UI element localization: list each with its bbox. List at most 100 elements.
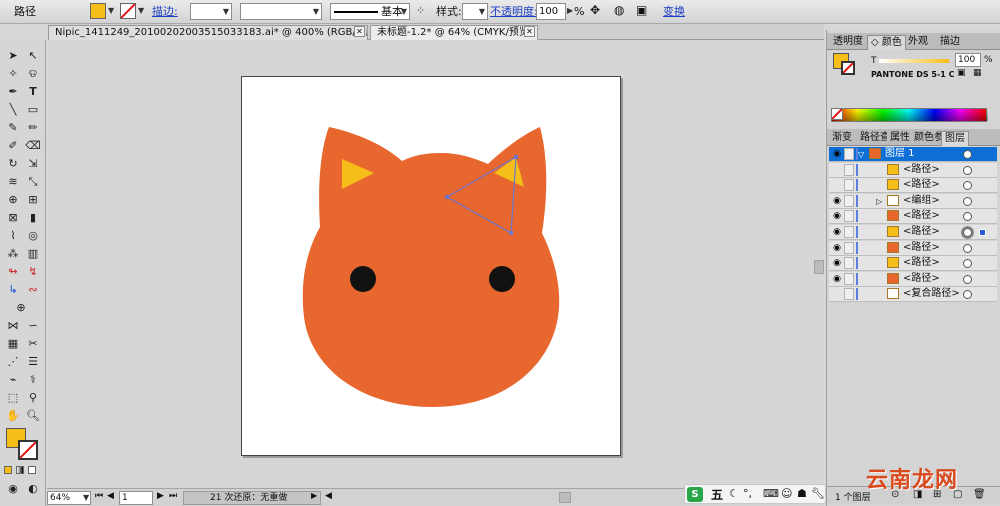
color-spectrum[interactable] [831,108,988,122]
scale-tool-icon[interactable]: ⇲ [24,156,42,172]
eyedropper-tool-icon[interactable]: ⌇ [4,228,22,244]
lock-toggle[interactable] [844,210,854,223]
lock-toggle[interactable] [844,241,854,254]
eye-icon[interactable]: ◉ [832,258,842,268]
lock-toggle[interactable] [844,272,854,285]
tint-slider[interactable] [879,59,949,63]
rectangle-tool-icon[interactable]: ▭ [24,102,42,118]
pen-tool-icon[interactable]: ✒ [4,84,22,100]
opacity-link[interactable]: 不透明度: [490,4,538,20]
draw-normal-icon[interactable]: ◉ [4,481,22,497]
perspective-grid-tool-icon[interactable]: ⊞ [24,192,42,208]
eye-icon[interactable]: ◉ [832,211,842,221]
layer-row[interactable]: ◉ <路径> [829,209,997,225]
fill-color-swatch[interactable] [90,3,106,19]
eye-icon[interactable] [832,289,842,299]
pencil-tool-icon[interactable]: ✏ [24,120,42,136]
align-icon[interactable]: ▣ [636,3,647,17]
slice-tool-icon[interactable]: ⋈ [4,318,22,334]
type-tool-icon[interactable]: T [24,84,42,100]
eye-icon[interactable]: ◉ [832,243,842,253]
chevron-down-icon[interactable]: ▼ [138,6,144,15]
left-eye[interactable] [350,266,376,292]
layer-row[interactable]: ◉ <路径> [829,271,997,287]
artboard[interactable] [241,76,621,456]
target-ring-icon[interactable] [963,212,972,222]
isolate-icon[interactable]: ◍ [614,3,624,17]
column-graph-tool-icon[interactable]: ▥ [24,246,42,262]
selected-art-indicator[interactable] [979,229,986,236]
tab-pathfinder[interactable]: 路径查找器 [857,131,887,146]
knife-tool-icon[interactable]: ⚕ [24,372,42,388]
lock-toggle[interactable] [844,226,854,238]
stroke-color-box[interactable] [18,440,38,460]
style-select[interactable]: ▼ [462,3,488,20]
symbol-icon[interactable]: ⁘ [416,4,425,17]
ime-mode-label[interactable]: 五 [711,486,723,503]
stroke-link[interactable]: 描边: [152,4,178,20]
target-ring-icon[interactable] [963,150,972,159]
chevron-down-icon[interactable]: ▼ [108,6,114,15]
scissors-tool-icon[interactable]: ✂ [24,336,42,352]
warp-shape-icon[interactable]: ∽ [24,318,42,334]
lock-toggle[interactable] [844,179,854,192]
none-mode-icon[interactable] [28,466,36,474]
artboard-tool-icon[interactable]: ⊕ [12,300,30,316]
target-ring-icon[interactable] [963,259,972,269]
collapse-triangle-icon[interactable]: ▷ [876,195,882,208]
tint-input[interactable]: 100 [955,53,981,67]
tab-appearance[interactable]: 外观 [905,35,931,50]
layer-row-top[interactable]: ◉ ▽ 图层 1 [829,147,997,162]
document-tab-untitled[interactable]: 未标题-1.2* @ 64% (CMYK/预览) [370,25,538,40]
graph-tool-icon[interactable]: ⋰ [4,354,22,370]
eye-icon[interactable]: ◉ [832,149,842,159]
lock-toggle[interactable] [844,148,854,160]
layer-row[interactable]: <路径> [829,162,997,178]
eye-icon[interactable] [832,180,842,190]
user-icon[interactable]: ☺ [781,487,792,500]
tab-gradient[interactable]: 渐变 [829,131,855,146]
blend-tool-icon[interactable]: ◎ [24,228,42,244]
grid-tool-icon[interactable]: ▦ [4,336,22,352]
stroke-swap-icon[interactable]: ∾ [24,282,42,298]
vertical-scroll-thumb[interactable] [814,260,824,274]
status-menu-icon[interactable]: ▶ [311,491,317,500]
tab-transparency[interactable]: 透明度 [830,35,866,50]
hand-tool-icon[interactable]: ✋ [4,408,22,424]
crop-tool-icon[interactable]: ⬚ [4,390,22,406]
fill-swap-icon[interactable]: ↳ [4,282,22,298]
anchor-point[interactable] [514,155,518,159]
gradient-mode-icon[interactable] [16,466,24,474]
zoom-tool-icon[interactable]: 🔍︎ [24,408,42,424]
line-tool-icon[interactable]: ╲ [4,102,22,118]
target-ring-icon[interactable] [963,181,972,191]
lock-toggle[interactable] [844,163,854,176]
punctuation-icon[interactable]: °, [743,487,752,500]
lasso-tool-icon[interactable]: ଡ [24,66,42,82]
selection-tool-icon[interactable]: ➤ [4,48,22,64]
eye-icon[interactable] [832,165,842,175]
layer-row[interactable]: ◉ ▷ <编组> [829,193,997,209]
lock-toggle[interactable] [844,257,854,270]
free-transform-tool-icon[interactable]: ⤡ [24,174,42,190]
magic-wand-tool-icon[interactable]: ✧ [4,66,22,82]
shape-builder-tool-icon[interactable]: ⊕ [4,192,22,208]
target-ring-icon[interactable] [963,290,972,300]
screen-mode-icon[interactable]: ◐ [24,481,42,497]
live-paint-selection-icon[interactable]: ↯ [24,264,42,280]
chevron-right-icon[interactable]: ▶ [567,6,573,15]
chevron-down-icon[interactable]: ▼ [83,493,89,502]
tab-layers[interactable]: 图层 [941,131,969,146]
horizontal-scroll-thumb[interactable] [559,492,571,503]
layer-row[interactable]: <复合路径> [829,287,997,303]
sample-tool-icon[interactable]: ⚲ [24,390,42,406]
tab-color-guide[interactable]: 颜色参考 [911,131,941,146]
list-tool-icon[interactable]: ☰ [24,354,42,370]
target-ring-icon[interactable] [963,228,972,237]
rotate-tool-icon[interactable]: ↻ [4,156,22,172]
blob-brush-tool-icon[interactable]: ✐ [4,138,22,154]
keyboard-icon[interactable]: ⌨ [763,487,779,500]
scroll-left-icon[interactable]: ◀ [325,491,332,501]
direct-selection-tool-icon[interactable]: ↖ [24,48,42,64]
expand-triangle-icon[interactable]: ▽ [858,148,864,161]
